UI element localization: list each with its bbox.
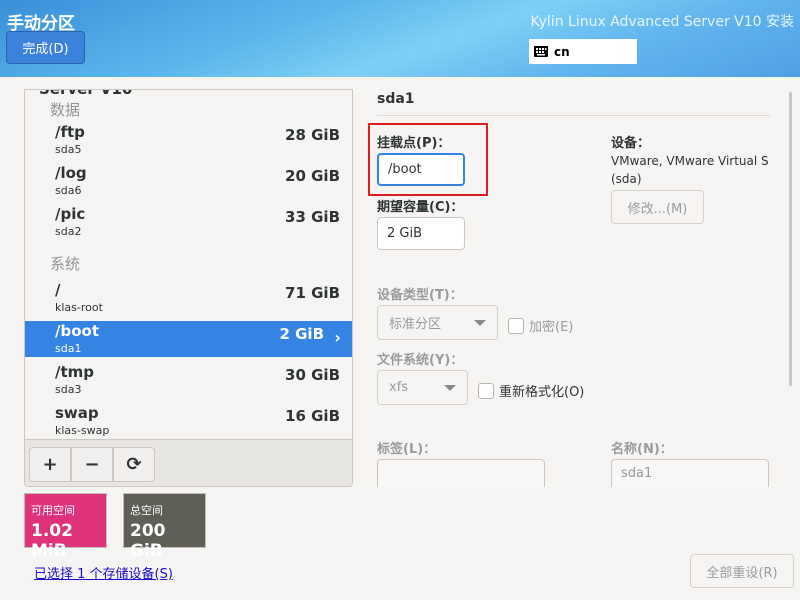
filesystem-label: 文件系统(Y)： <box>377 353 464 368</box>
checkbox-icon <box>508 317 524 334</box>
mount-point: /boot <box>55 322 99 340</box>
done-button[interactable]: 完成(D) <box>6 31 85 64</box>
available-space-box: 可用空间 1.02 MiB <box>24 493 107 561</box>
scrollbar[interactable] <box>789 92 792 386</box>
partition-row[interactable]: / klas-root 71 GiB <box>25 280 352 316</box>
mount-point: /tmp <box>55 363 95 381</box>
device-name: sda5 <box>55 143 82 156</box>
divider <box>377 115 770 116</box>
checkbox-icon <box>478 382 494 399</box>
available-space-value: 1.02 MiB <box>31 521 73 561</box>
storage-devices-link[interactable]: 已选择 1 个存储设备(S) <box>34 563 173 582</box>
tag-input[interactable] <box>377 459 545 487</box>
device-sub: (sda) <box>611 172 642 186</box>
filesystem-value: xfs <box>389 380 409 395</box>
partition-title: sda1 <box>377 91 415 107</box>
total-space-box: 总空间 200 GiB <box>123 493 206 561</box>
chevron-right-icon: › <box>334 328 341 347</box>
group-label-system: 系统 <box>50 255 81 273</box>
name-input[interactable]: sda1 <box>611 459 769 487</box>
modify-button[interactable]: 修改...(M) <box>611 190 704 224</box>
device-name: sda2 <box>55 225 82 238</box>
list-toolbar: + − ⟳ <box>25 439 352 486</box>
partition-row[interactable]: /log sda6 20 GiB <box>25 163 352 199</box>
device-type-select[interactable]: 标准分区 <box>377 305 498 340</box>
partition-size: 2 GiB <box>279 325 324 343</box>
device-type-label: 设备类型(T)： <box>377 288 463 303</box>
add-partition-button[interactable]: + <box>29 447 71 482</box>
reset-all-button[interactable]: 全部重设(R) <box>690 554 794 588</box>
partition-size: 71 GiB <box>285 284 340 302</box>
header-bar: 手动分区 完成(D) Kylin Linux Advanced Server V… <box>0 0 800 77</box>
filesystem-select[interactable]: xfs <box>377 370 468 405</box>
reformat-checkbox[interactable]: 重新格式化(O) <box>478 381 584 400</box>
device-name: sda6 <box>55 184 82 197</box>
reformat-label: 重新格式化(O) <box>499 385 585 400</box>
system-heading: Server V10 <box>39 89 133 98</box>
encrypt-label: 加密(E) <box>529 320 574 335</box>
mount-point: /log <box>55 164 87 182</box>
partition-row[interactable]: swap klas-swap 16 GiB <box>25 403 352 439</box>
partition-size: 30 GiB <box>285 366 340 384</box>
capacity-input[interactable]: 2 GiB <box>377 217 465 250</box>
partition-row[interactable]: /ftp sda5 28 GiB <box>25 122 352 158</box>
dropdown-arrow-icon <box>444 385 456 391</box>
partition-list[interactable]: Server V10 数据 /ftp sda5 28 GiB /log sda6 20 … <box>24 89 353 487</box>
group-label-data: 数据 <box>50 101 81 119</box>
mount-point-input[interactable]: /boot <box>377 153 465 186</box>
partition-size: 16 GiB <box>285 407 340 425</box>
total-space-value: 200 GiB <box>130 521 166 561</box>
mount-point: /ftp <box>55 123 85 141</box>
name-label: 名称(N)： <box>611 442 673 457</box>
available-space-label: 可用空间 <box>31 504 75 517</box>
device-name: klas-swap <box>55 424 110 437</box>
keyboard-icon <box>534 46 548 57</box>
product-title: Kylin Linux Advanced Server V10 安装 <box>530 14 794 30</box>
dropdown-arrow-icon <box>474 320 486 326</box>
device-name: sda3 <box>55 383 82 396</box>
tag-label: 标签(L)： <box>377 442 437 457</box>
mount-point-label: 挂载点(P)： <box>377 136 451 151</box>
partition-size: 33 GiB <box>285 208 340 226</box>
partition-row[interactable]: /pic sda2 33 GiB <box>25 204 352 240</box>
partition-row-selected[interactable]: /boot sda1 2 GiB › <box>25 321 352 357</box>
total-space-label: 总空间 <box>130 504 163 517</box>
device-name: sda1 <box>55 342 82 355</box>
refresh-button[interactable]: ⟳ <box>113 447 155 482</box>
partition-size: 28 GiB <box>285 126 340 144</box>
keyboard-layout-indicator[interactable]: cn <box>529 39 637 64</box>
mount-point: /pic <box>55 205 86 223</box>
partition-row[interactable]: /tmp sda3 30 GiB <box>25 362 352 398</box>
device-type-value: 标准分区 <box>389 317 442 332</box>
device-value: VMware, VMware Virtual S <box>611 154 769 168</box>
encrypt-checkbox[interactable]: 加密(E) <box>508 316 573 335</box>
mount-point: / <box>55 281 61 299</box>
device-label: 设备： <box>611 136 651 151</box>
device-name: klas-root <box>55 301 103 314</box>
remove-partition-button[interactable]: − <box>71 447 113 482</box>
mount-point: swap <box>55 404 99 422</box>
partition-size: 20 GiB <box>285 167 340 185</box>
keyboard-layout-label: cn <box>554 44 570 59</box>
capacity-label: 期望容量(C)： <box>377 200 464 215</box>
